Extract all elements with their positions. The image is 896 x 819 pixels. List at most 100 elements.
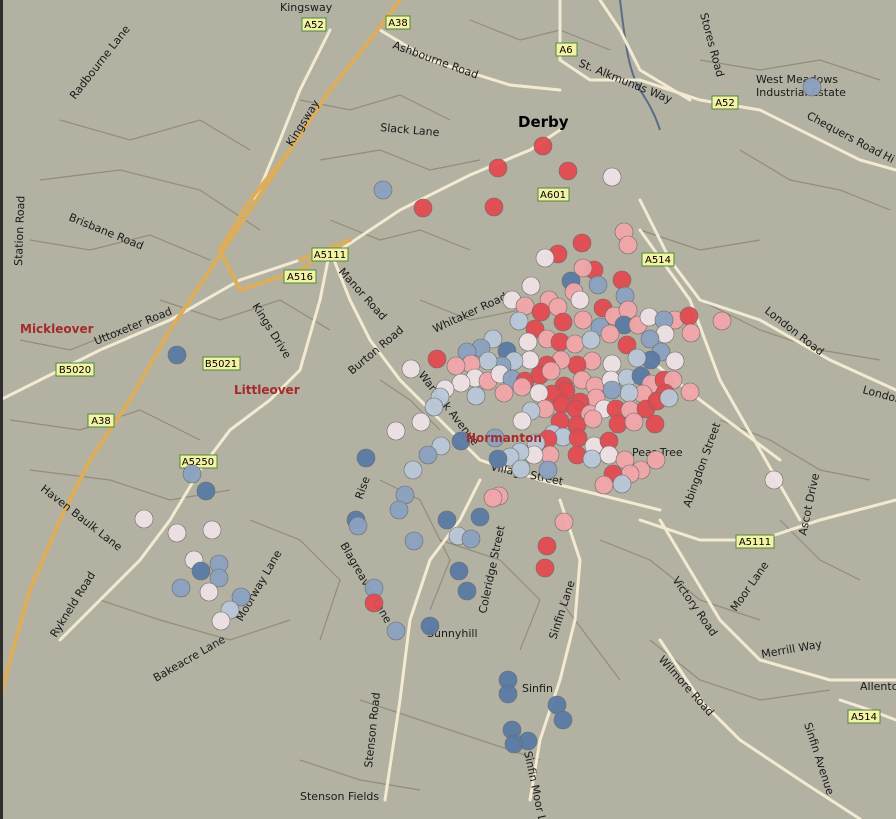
map-marker-blue[interactable]	[404, 531, 424, 551]
map-marker-pale[interactable]	[599, 445, 619, 465]
map-marker-pale[interactable]	[535, 248, 555, 268]
map-marker-blue[interactable]	[373, 180, 393, 200]
map-marker-pale[interactable]	[665, 351, 685, 371]
map-marker-red[interactable]	[535, 558, 555, 578]
map-marker-light-red[interactable]	[583, 409, 603, 429]
map-marker-dark-blue[interactable]	[553, 710, 573, 730]
map-marker-light-red[interactable]	[573, 310, 593, 330]
map-marker-red[interactable]	[553, 312, 573, 332]
svg-text:A601: A601	[540, 190, 566, 201]
map-marker-pale[interactable]	[602, 167, 622, 187]
map-marker-pale[interactable]	[529, 383, 549, 403]
map-marker-pale[interactable]	[602, 354, 622, 374]
map-marker-pale[interactable]	[199, 582, 219, 602]
map-marker-red[interactable]	[568, 428, 588, 448]
map-marker-red[interactable]	[413, 198, 433, 218]
map-marker-pale[interactable]	[411, 412, 431, 432]
map-marker-light-blue[interactable]	[581, 330, 601, 350]
map-marker-pale[interactable]	[520, 350, 540, 370]
map-marker-dark-blue[interactable]	[498, 684, 518, 704]
map-marker-red[interactable]	[645, 414, 665, 434]
map-marker-dark-blue[interactable]	[420, 616, 440, 636]
map-marker-red[interactable]	[679, 306, 699, 326]
map-marker-blue[interactable]	[389, 500, 409, 520]
map-marker-blue[interactable]	[602, 380, 622, 400]
map-marker-pale[interactable]	[211, 611, 231, 631]
map-marker-blue[interactable]	[182, 464, 202, 484]
map-marker-dark-blue[interactable]	[167, 345, 187, 365]
map-marker-light-red[interactable]	[565, 334, 585, 354]
map-marker-red[interactable]	[558, 161, 578, 181]
map-marker-dark-blue[interactable]	[437, 510, 457, 530]
map-marker-light-red[interactable]	[600, 324, 620, 344]
map-marker-light-red[interactable]	[541, 361, 561, 381]
map-marker-light-red[interactable]	[494, 383, 514, 403]
map-marker-red[interactable]	[572, 233, 592, 253]
map-marker-red[interactable]	[608, 414, 628, 434]
map-marker-light-red[interactable]	[646, 450, 666, 470]
map-marker-light-red[interactable]	[512, 377, 532, 397]
map-marker-red[interactable]	[612, 270, 632, 290]
map-marker-light-red[interactable]	[594, 475, 614, 495]
map-marker-dark-blue[interactable]	[449, 561, 469, 581]
map-marker-pale[interactable]	[134, 509, 154, 529]
map-marker-red[interactable]	[484, 197, 504, 217]
map-marker-dark-blue[interactable]	[488, 449, 508, 469]
map-marker-light-blue[interactable]	[659, 388, 679, 408]
map-marker-dark-blue[interactable]	[504, 734, 524, 754]
map-marker-light-blue[interactable]	[403, 460, 423, 480]
svg-text:A5111: A5111	[739, 537, 771, 548]
map-marker-blue[interactable]	[802, 77, 822, 97]
map-marker-light-red[interactable]	[554, 512, 574, 532]
map-marker-red[interactable]	[488, 158, 508, 178]
map-marker-pale[interactable]	[386, 421, 406, 441]
map-marker-pale[interactable]	[570, 290, 590, 310]
map-marker-blue[interactable]	[171, 578, 191, 598]
map-marker-light-red[interactable]	[681, 323, 701, 343]
map-marker-blue[interactable]	[461, 529, 481, 549]
map-marker-light-red[interactable]	[680, 382, 700, 402]
map-marker-dark-blue[interactable]	[191, 561, 211, 581]
map-marker-blue[interactable]	[418, 445, 438, 465]
map-marker-dark-blue[interactable]	[457, 581, 477, 601]
svg-text:B5021: B5021	[205, 359, 237, 370]
map-marker-pale[interactable]	[521, 276, 541, 296]
map-marker-light-blue[interactable]	[582, 449, 602, 469]
map-marker-light-red[interactable]	[624, 412, 644, 432]
map-marker-light-blue[interactable]	[511, 459, 531, 479]
map-marker-light-blue[interactable]	[509, 311, 529, 331]
map-marker-pale[interactable]	[518, 332, 538, 352]
map-marker-light-blue[interactable]	[612, 474, 632, 494]
map-marker-light-blue[interactable]	[627, 348, 647, 368]
map-marker-red[interactable]	[537, 536, 557, 556]
map-marker-red[interactable]	[427, 349, 447, 369]
map-marker-dark-blue[interactable]	[196, 481, 216, 501]
map-marker-pale[interactable]	[764, 470, 784, 490]
map-marker-light-red[interactable]	[446, 356, 466, 376]
map-marker-light-red[interactable]	[712, 311, 732, 331]
map-canvas[interactable]: A52 A38 A6 A52 A601 A5111 A516 A514 B502…	[0, 0, 896, 819]
map-marker-dark-blue[interactable]	[470, 507, 490, 527]
map-marker-pale[interactable]	[202, 520, 222, 540]
map-marker-blue[interactable]	[348, 516, 368, 536]
map-marker-pale[interactable]	[512, 411, 532, 431]
map-marker-blue[interactable]	[538, 460, 558, 480]
map-marker-light-blue[interactable]	[619, 383, 639, 403]
map-marker-blue[interactable]	[588, 275, 608, 295]
map-marker-pale[interactable]	[167, 523, 187, 543]
map-marker-light-red[interactable]	[483, 488, 503, 508]
map-marker-red[interactable]	[533, 136, 553, 156]
map-marker-light-blue[interactable]	[424, 397, 444, 417]
map-marker-pale[interactable]	[451, 373, 471, 393]
map-marker-blue[interactable]	[386, 621, 406, 641]
map-marker-pale[interactable]	[401, 359, 421, 379]
map-marker-light-blue[interactable]	[466, 386, 486, 406]
label-kingsway-top: Kingsway	[280, 1, 333, 14]
map-marker-light-red[interactable]	[618, 235, 638, 255]
svg-text:A38: A38	[388, 18, 408, 29]
map-marker-dark-blue[interactable]	[356, 448, 376, 468]
map-marker-red[interactable]	[531, 302, 551, 322]
shield-a52-east: A52	[711, 95, 739, 110]
label-mickleover: Mickleover	[20, 322, 94, 336]
map-marker-red[interactable]	[364, 593, 384, 613]
